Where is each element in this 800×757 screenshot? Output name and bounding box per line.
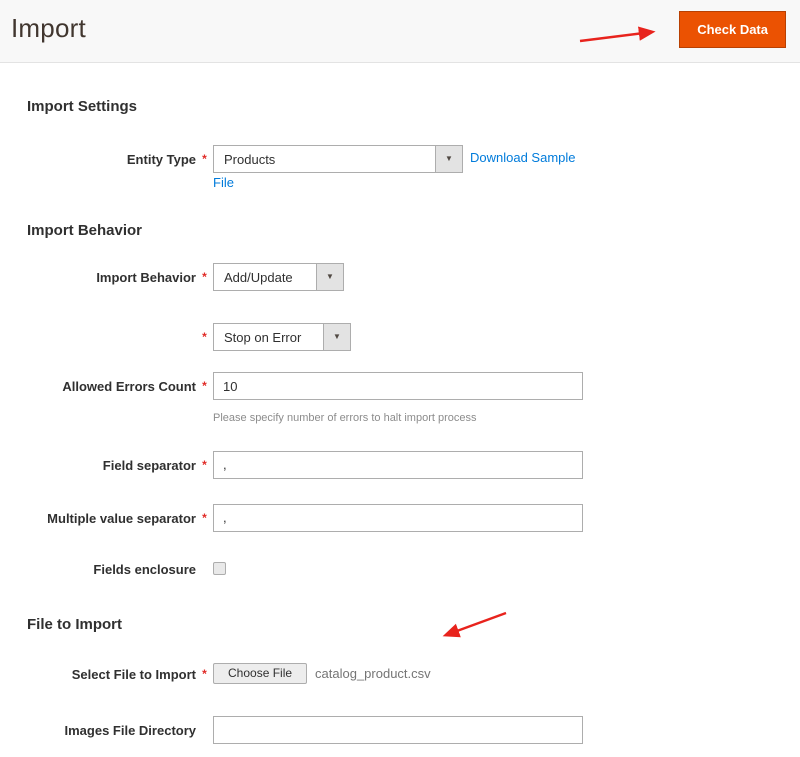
field-separator-row: Field separator * (0, 450, 800, 479)
section-import-settings: Import Settings (27, 98, 138, 115)
field-separator-label: Field separator (102, 457, 196, 473)
chevron-down-icon[interactable]: ▼ (316, 264, 343, 290)
required-asterisk: * (202, 457, 207, 472)
choose-file-button[interactable]: Choose File (213, 662, 308, 684)
entity-type-row: Entity Type * Products ▼ Download Sample… (0, 145, 800, 192)
import-behavior-label: Import Behavior (96, 270, 196, 285)
entity-type-label: Entity Type (126, 152, 196, 167)
images-directory-row: Images File Directory For Type "Local Se… (0, 715, 800, 757)
required-asterisk: * (202, 379, 207, 393)
select-file-row: Select File to Import * Choose File cata… (0, 660, 800, 684)
fields-enclosure-checkbox[interactable] (213, 561, 226, 575)
multiple-value-separator-label: Multiple value separator (47, 510, 196, 526)
check-data-button[interactable]: Check Data (679, 11, 786, 48)
import-behavior-selected-value: Add/Update (224, 269, 293, 285)
select-file-label: Select File to Import (71, 666, 196, 682)
chevron-down-icon[interactable]: ▼ (323, 324, 350, 350)
images-directory-label: Images File Directory (64, 722, 197, 738)
annotation-arrow-check-data (579, 26, 656, 43)
fields-enclosure-row: Fields enclosure (0, 555, 800, 580)
multiple-value-separator-row: Multiple value separator * (0, 503, 800, 532)
images-directory-input[interactable] (213, 715, 583, 744)
field-separator-input[interactable] (213, 450, 583, 479)
allowed-errors-row: Allowed Errors Count * Please specify nu… (0, 372, 800, 426)
import-behavior-row: Import Behavior * Add/Update ▼ (0, 263, 800, 291)
entity-type-selected-value: Products (224, 151, 276, 167)
required-asterisk: * (202, 270, 207, 284)
allowed-errors-input[interactable] (213, 372, 583, 400)
import-form: Import Settings Entity Type * Products ▼… (0, 98, 800, 757)
import-behavior-select[interactable]: Add/Update ▼ (213, 263, 344, 291)
on-error-label (0, 323, 196, 330)
required-asterisk: * (202, 330, 207, 344)
page-header: Import Check Data (0, 0, 800, 63)
allowed-errors-note: Please specify number of errors to halt … (213, 412, 477, 424)
page-title: Import (11, 13, 86, 43)
allowed-errors-label: Allowed Errors Count (62, 379, 196, 394)
import-page: Import Check Data Import Settings Entity… (0, 0, 800, 757)
section-file-to-import: File to Import (27, 615, 122, 633)
on-error-select[interactable]: Stop on Error ▼ (213, 323, 351, 351)
required-asterisk: * (202, 152, 207, 166)
required-asterisk: * (202, 510, 207, 525)
fields-enclosure-label: Fields enclosure (93, 561, 196, 577)
multiple-value-separator-input[interactable] (213, 503, 583, 532)
required-asterisk: * (202, 666, 207, 681)
entity-type-select[interactable]: Products ▼ (213, 145, 463, 173)
selected-file-name: catalog_product.csv (315, 665, 431, 681)
section-import-behavior: Import Behavior (27, 222, 143, 239)
on-error-selected-value: Stop on Error (224, 329, 302, 345)
chevron-down-icon[interactable]: ▼ (435, 146, 462, 172)
on-error-row: * Stop on Error ▼ (0, 323, 800, 351)
